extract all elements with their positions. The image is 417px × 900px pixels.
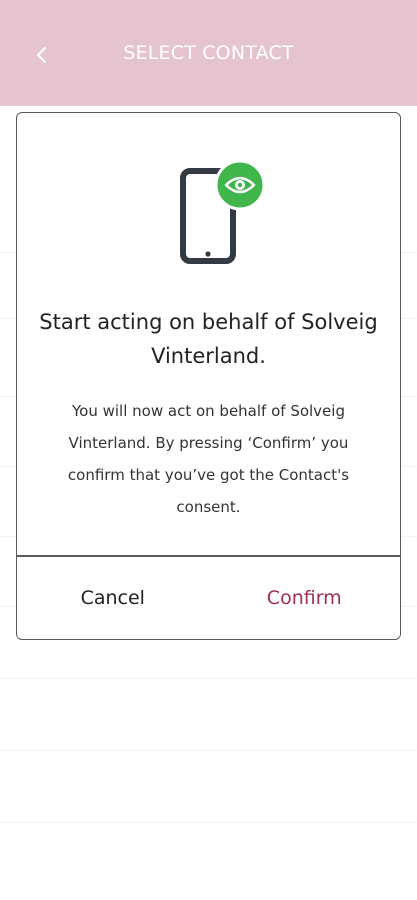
list-divider <box>0 678 417 679</box>
list-divider <box>0 822 417 823</box>
dialog-title: Start acting on behalf of Solveig Vinter… <box>39 310 378 368</box>
phone-with-eye-icon <box>177 159 267 269</box>
cancel-button[interactable]: Cancel <box>17 557 209 639</box>
app-screen: SELECT CONTACT Start acting on behalf of… <box>0 0 417 900</box>
header-bar: SELECT CONTACT <box>0 0 417 106</box>
confirm-dialog: Start acting on behalf of Solveig Vinter… <box>16 112 401 640</box>
confirm-button[interactable]: Confirm <box>209 557 401 639</box>
page-title: SELECT CONTACT <box>123 42 294 64</box>
list-divider <box>0 750 417 751</box>
dialog-actions: Cancel Confirm <box>17 557 400 639</box>
dialog-message: You will now act on behalf of Solveig Vi… <box>67 402 350 516</box>
